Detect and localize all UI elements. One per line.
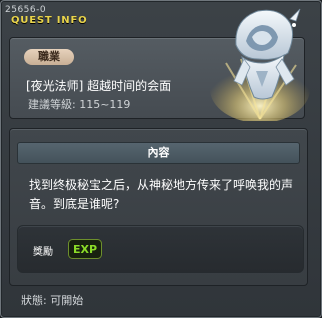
hooded-mage-npc-icon [210, 8, 310, 121]
window-title: QUEST INFO [11, 15, 88, 26]
quest-info-window: 25656-0 QUEST INFO 職業 [夜光法师] 超越时间的会面 建議等… [0, 0, 322, 318]
quest-content-panel: 內容 找到终极秘宝之后，从神秘地方传来了呼唤我的声音。到底是谁呢? 獎勵 EXP [9, 128, 308, 286]
quest-title: [夜光法师] 超越时间的会面 [26, 79, 172, 93]
exp-icon: EXP [68, 239, 102, 259]
recommended-level: 建議等級: 115~119 [28, 98, 131, 111]
content-header: 內容 [17, 142, 300, 164]
reward-label: 獎勵 [33, 247, 53, 258]
quest-description: 找到终极秘宝之后，从神秘地方传来了呼唤我的声音。到底是谁呢? [29, 178, 294, 211]
content-header-label: 內容 [147, 146, 170, 159]
exp-text: EXP [73, 243, 97, 256]
reward-box: 獎勵 EXP [17, 225, 304, 273]
quest-status: 狀態: 可開始 [21, 294, 84, 307]
job-badge: 職業 [24, 49, 74, 65]
quest-id: 25656-0 [5, 5, 47, 15]
